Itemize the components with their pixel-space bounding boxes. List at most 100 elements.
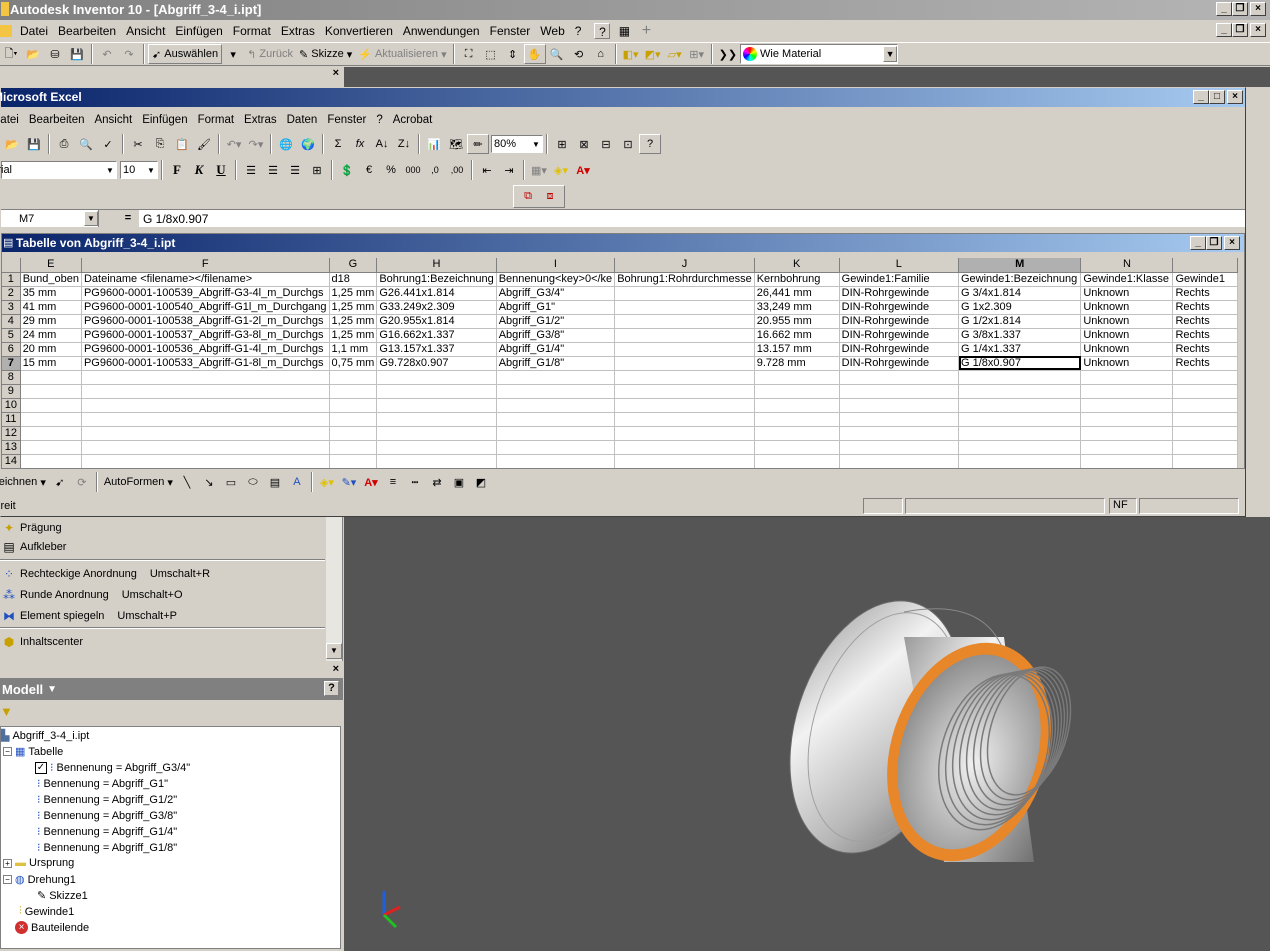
sheet-cell[interactable]: DIN-Rohrgewinde — [839, 328, 960, 343]
excel-percent-icon[interactable]: % — [380, 160, 402, 180]
sheet-cell[interactable]: 29 mm — [20, 314, 82, 329]
excel-menu-help[interactable]: ? — [371, 111, 387, 129]
sheet-cell[interactable] — [1080, 384, 1174, 399]
sheet-cell[interactable] — [1172, 454, 1238, 468]
column-header[interactable]: L — [839, 258, 960, 273]
look-at-icon[interactable]: ⌂ — [590, 44, 612, 64]
sheet-cell[interactable] — [839, 370, 960, 385]
column-header[interactable]: E — [20, 258, 82, 273]
draw-oval-icon[interactable]: ⬭ — [242, 472, 264, 492]
sheet-cell[interactable] — [1172, 370, 1238, 385]
sheet-cell[interactable]: Rechts — [1172, 314, 1238, 329]
draw-shadow-icon[interactable]: ▣ — [448, 472, 470, 492]
sheet-cell[interactable] — [1172, 426, 1238, 441]
sheet-cell[interactable] — [376, 370, 497, 385]
excel-menu-bearbeiten[interactable]: Bearbeiten — [24, 111, 90, 129]
excel-currency-icon[interactable]: 💲 — [336, 160, 358, 180]
excel-thousands-icon[interactable]: 000 — [402, 160, 424, 180]
checkbox-icon[interactable]: ✓ — [35, 761, 47, 774]
help-icon[interactable]: ? — [594, 23, 611, 39]
tree-variant-5[interactable]: ⁝ Bennenung = Abgriff_G1/8" — [37, 841, 177, 855]
sheet-cell[interactable] — [20, 370, 82, 385]
sheet-cell[interactable]: Gewinde1:Bezeichnung — [958, 272, 1082, 287]
column-header[interactable]: G — [329, 258, 378, 273]
column-header[interactable]: H — [376, 258, 497, 273]
sheet-cell[interactable] — [329, 398, 378, 413]
sheet-cell[interactable]: Gewinde1 — [1172, 272, 1238, 287]
browser-header-label[interactable]: Modell — [0, 682, 43, 697]
column-header[interactable]: F — [81, 258, 330, 273]
sheet-cell[interactable]: Rechts — [1172, 328, 1238, 343]
sheet-cell[interactable]: PG9600-0001-100539_Abgriff-G3-4l_m_Durch… — [81, 286, 330, 301]
material-dropdown-icon[interactable]: ▼ — [883, 46, 898, 62]
column-header[interactable]: N — [1080, 258, 1174, 273]
excel-format-painter-icon[interactable]: 🖌 — [193, 134, 215, 154]
doc-restore-button[interactable]: ❐ — [1232, 23, 1248, 37]
sheet-cell[interactable] — [20, 426, 82, 441]
menu-fenster[interactable]: Fenster — [485, 22, 536, 40]
workbook-restore-button[interactable]: ❐ — [1206, 236, 1222, 250]
sheet-cell[interactable] — [329, 426, 378, 441]
project-icon[interactable]: ⛁ — [44, 44, 66, 64]
autoshapes-button[interactable]: AutoFormen ▾ — [101, 472, 176, 492]
sheet-cell[interactable]: G 3/4x1.814 — [958, 286, 1082, 301]
excel-decrease-decimal-icon[interactable]: ,00 — [446, 160, 468, 180]
sheet-cell[interactable]: Bennenung<key>0</ke — [496, 272, 616, 287]
browser-help-icon[interactable]: ? — [324, 681, 339, 696]
excel-function-icon[interactable]: fx — [349, 134, 371, 154]
sheet-cell[interactable]: Unknown — [1080, 300, 1174, 315]
sheet-cell[interactable] — [614, 342, 755, 357]
zoom-icon[interactable]: ⇕ — [502, 44, 524, 64]
sheet-cell[interactable]: Gewinde1:Familie — [839, 272, 960, 287]
excel-form-icon-2[interactable]: ⊠ — [573, 134, 595, 154]
excel-chart-icon[interactable]: 📊 — [423, 134, 445, 154]
sheet-cell[interactable]: 16.662 mm — [754, 328, 840, 343]
panel-item-aufkleber[interactable]: ▤ Aufkleber — [0, 536, 66, 557]
sheet-cell[interactable] — [614, 328, 755, 343]
row-header[interactable]: 12 — [2, 426, 21, 441]
excel-underline-icon[interactable]: U — [210, 160, 232, 180]
collapse-icon[interactable]: − — [3, 875, 12, 884]
excel-size-select[interactable]: 10 ▼ — [120, 161, 158, 179]
update-button[interactable]: ⚡ Aktualisieren ▾ — [355, 44, 449, 64]
sheet-cell[interactable] — [496, 370, 616, 385]
sheet-cell[interactable] — [1080, 398, 1174, 413]
row-header[interactable]: 11 — [2, 412, 21, 427]
sheet-cell[interactable] — [614, 384, 755, 399]
row-header[interactable]: 14 — [2, 454, 21, 468]
sheet-cell[interactable]: Rechts — [1172, 342, 1238, 357]
new-icon[interactable]: 🗋▾ — [0, 44, 22, 64]
excel-restore-button[interactable]: □ — [1209, 90, 1225, 104]
sheet-cell[interactable]: Dateiname <filename></filename> — [81, 272, 330, 287]
excel-save-icon[interactable]: 💾 — [23, 134, 45, 154]
sheet-cell[interactable]: d18 — [329, 272, 378, 287]
tree-table[interactable]: − ▦ Tabelle — [3, 745, 63, 758]
select-button[interactable]: ➹ Auswählen — [148, 44, 223, 64]
row-header[interactable]: 4 — [2, 314, 21, 329]
formula-equals[interactable]: = — [99, 210, 139, 227]
sheet-cell[interactable] — [81, 440, 330, 455]
sheet-cell[interactable]: PG9600-0001-100537_Abgriff-G3-8l_m_Durch… — [81, 328, 330, 343]
filter-icon[interactable]: ▼ — [0, 704, 13, 719]
plus-icon[interactable]: + — [638, 23, 654, 39]
sheet-cell[interactable] — [958, 454, 1082, 468]
sheet-cell[interactable] — [754, 370, 840, 385]
zoom-window-icon[interactable]: ⬚ — [480, 44, 502, 64]
sheet-cell[interactable] — [839, 426, 960, 441]
excel-web-icon[interactable]: 🌍 — [297, 134, 319, 154]
sheet-cell[interactable]: PG9600-0001-100536_Abgriff-G1-4l_m_Durch… — [81, 342, 330, 357]
draw-fill-icon[interactable]: ◈▾ — [316, 472, 338, 492]
sheet-cell[interactable] — [614, 398, 755, 413]
sheet-cell[interactable] — [20, 412, 82, 427]
sheet-cell[interactable] — [496, 426, 616, 441]
zoom-selected-icon[interactable]: 🔍 — [546, 44, 568, 64]
excel-form-icon-4[interactable]: ⊡ — [617, 134, 639, 154]
sheet-cell[interactable] — [754, 412, 840, 427]
draw-wordart-icon[interactable]: A — [286, 472, 308, 492]
part-model[interactable] — [344, 517, 1270, 951]
shaded-display-icon[interactable]: ◧▾ — [620, 44, 642, 64]
sheet-cell[interactable] — [839, 454, 960, 468]
panel-item-circ-pattern[interactable]: ⁂ Runde Anordnung Umschalt+O — [0, 584, 183, 605]
sheet-cell[interactable]: G9.728x0.907 — [376, 356, 497, 371]
sheet-cell[interactable] — [1080, 426, 1174, 441]
